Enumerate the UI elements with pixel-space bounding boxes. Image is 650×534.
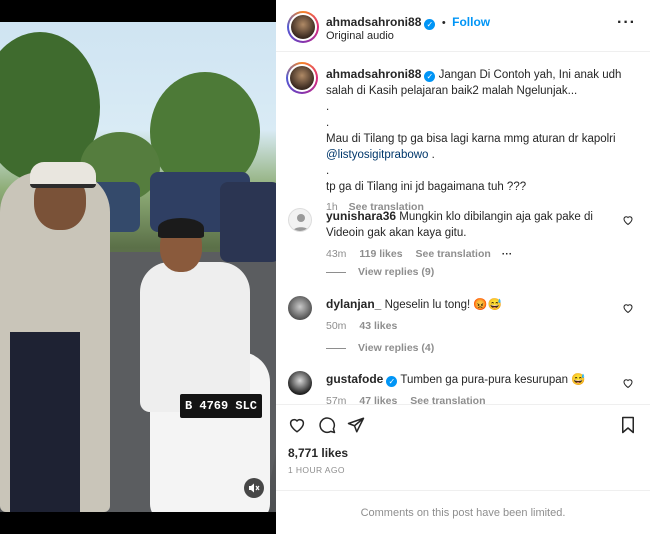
follow-button[interactable]: Follow	[452, 15, 490, 29]
comment-likes[interactable]: 119 likes	[359, 248, 402, 260]
video-officer-pants	[10, 332, 80, 512]
caption-text: ahmadsahroni88 ✓ Jangan Di Contoh yah, In…	[326, 66, 638, 215]
speaker-muted-icon[interactable]	[244, 478, 264, 498]
license-plate: B 4769 SLC	[180, 394, 262, 418]
caption-line: tp ga di Tilang ini jd bagaimana tuh ???	[326, 181, 527, 193]
avatar[interactable]	[287, 11, 319, 43]
avatar-silhouette-icon	[293, 214, 309, 231]
like-heart-icon[interactable]	[288, 416, 306, 434]
bookmark-save-icon[interactable]	[620, 416, 636, 434]
post-panel: ahmadsahroni88 ✓ • Follow Original audio …	[276, 0, 650, 534]
caption-mention-suffix: .	[428, 149, 435, 161]
more-options-icon[interactable]: ···	[617, 14, 636, 32]
comment-avatar[interactable]	[288, 208, 312, 232]
view-replies-label: View replies (4)	[358, 342, 435, 354]
header-user-line: ahmadsahroni88 ✓ • Follow	[326, 13, 490, 31]
comment-likes[interactable]: 43 likes	[359, 320, 397, 332]
view-replies-button[interactable]: View replies (4)	[326, 342, 434, 354]
comment-more-icon[interactable]: ···	[502, 248, 513, 260]
post-video[interactable]: B 4769 SLC	[0, 22, 276, 512]
heart-icon[interactable]	[622, 302, 634, 314]
view-replies-label: View replies (9)	[358, 266, 435, 278]
action-bar	[276, 404, 650, 444]
caption-line: .	[326, 117, 330, 129]
comment-text: Tumben ga pura-pura kesurupan 😅	[400, 374, 586, 386]
verified-badge-icon: ✓	[424, 71, 436, 82]
comment-username[interactable]: gustafode	[326, 372, 383, 386]
comment-time[interactable]: 43m	[326, 248, 346, 260]
caption-line: .	[326, 165, 330, 177]
caption-line: Mau di Tilang tp ga bisa lagi karna mmg …	[326, 133, 616, 145]
comment-body: yunishara36 Mungkin klo dibilangin aja g…	[326, 208, 616, 262]
comment-body: dylanjan_ Ngeselin lu tong! 😡😅 50m 43 li…	[326, 296, 616, 334]
reply-dash	[326, 271, 346, 273]
post-timestamp[interactable]: 1 HOUR AGO	[288, 465, 345, 475]
comment-username[interactable]: dylanjan_	[326, 297, 381, 311]
caption-line: .	[326, 101, 330, 113]
video-student-hair	[158, 218, 204, 238]
comment-username[interactable]: yunishara36	[326, 209, 396, 223]
speaker-muted-icon-svg	[249, 483, 260, 493]
header-username[interactable]: ahmadsahroni88	[326, 15, 421, 29]
see-translation-button[interactable]: See translation	[416, 248, 491, 260]
comment-time[interactable]: 50m	[326, 320, 346, 332]
comments-limited-notice: Comments on this post have been limited.	[276, 490, 650, 534]
share-send-icon[interactable]	[347, 416, 365, 434]
dot-separator: •	[441, 17, 446, 29]
verified-badge-icon: ✓	[386, 376, 398, 387]
video-car	[220, 182, 276, 262]
reply-dash	[326, 347, 346, 349]
view-replies-button[interactable]: View replies (9)	[326, 266, 434, 278]
audio-label[interactable]: Original audio	[326, 30, 394, 42]
comment-avatar[interactable]	[288, 296, 312, 320]
comment-avatar[interactable]	[288, 371, 312, 395]
verified-badge-icon: ✓	[424, 19, 436, 30]
comment-text: Ngeselin lu tong! 😡😅	[384, 299, 503, 311]
comment-bubble-icon[interactable]	[318, 416, 336, 434]
caption-username[interactable]: ahmadsahroni88	[326, 67, 421, 81]
caption-avatar[interactable]	[286, 62, 318, 94]
heart-icon[interactable]	[622, 377, 634, 389]
likes-count[interactable]: 8,771 likes	[288, 446, 348, 460]
video-pane[interactable]: B 4769 SLC	[0, 0, 276, 534]
post-header: ahmadsahroni88 ✓ • Follow Original audio …	[276, 0, 650, 52]
heart-icon[interactable]	[622, 214, 634, 226]
caption-mention[interactable]: @listyosigitprabowo	[326, 149, 428, 161]
video-student	[140, 262, 250, 412]
video-officer-cap	[30, 162, 96, 188]
